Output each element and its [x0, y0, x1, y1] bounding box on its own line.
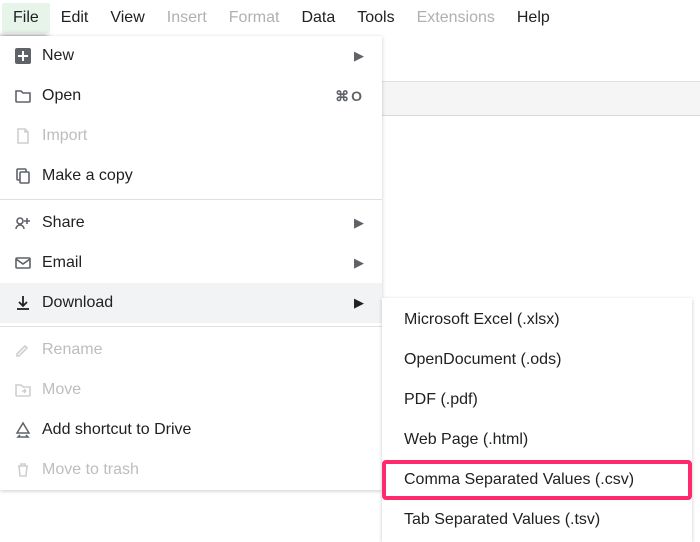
menu-item-rename: Rename	[0, 330, 382, 370]
submenu-item-label: Comma Separated Values (.csv)	[404, 471, 634, 489]
menu-help[interactable]: Help	[506, 3, 561, 33]
menu-item-open[interactable]: Open ⌘O	[0, 76, 382, 116]
menu-item-label: Move to trash	[42, 461, 364, 479]
menu-item-email[interactable]: Email ▶	[0, 243, 382, 283]
menu-item-label: Email	[42, 254, 354, 272]
menu-extensions: Extensions	[406, 3, 506, 33]
submenu-item-pdf[interactable]: PDF (.pdf)	[382, 380, 692, 420]
submenu-item-csv[interactable]: Comma Separated Values (.csv)	[382, 460, 692, 500]
submenu-item-xlsx[interactable]: Microsoft Excel (.xlsx)	[382, 300, 692, 340]
menu-divider	[0, 326, 382, 327]
submenu-arrow-icon: ▶	[354, 215, 364, 231]
menu-view[interactable]: View	[99, 3, 155, 33]
submenu-item-label: Microsoft Excel (.xlsx)	[404, 311, 560, 329]
menu-tools[interactable]: Tools	[346, 3, 405, 33]
menu-item-move-trash: Move to trash	[0, 450, 382, 490]
move-folder-icon	[14, 381, 42, 399]
email-icon	[14, 254, 42, 272]
submenu-arrow-icon: ▶	[354, 295, 364, 311]
menu-item-label: Import	[42, 127, 364, 145]
menu-item-move: Move	[0, 370, 382, 410]
menu-item-label: Share	[42, 214, 354, 232]
menu-item-make-copy[interactable]: Make a copy	[0, 156, 382, 196]
menu-item-label: New	[42, 47, 354, 65]
menu-format: Format	[218, 3, 291, 33]
menu-item-add-shortcut[interactable]: Add shortcut to Drive	[0, 410, 382, 450]
menu-item-share[interactable]: Share ▶	[0, 203, 382, 243]
submenu-item-tsv[interactable]: Tab Separated Values (.tsv)	[382, 500, 692, 540]
folder-icon	[14, 87, 42, 105]
trash-icon	[14, 461, 42, 479]
menubar: File Edit View Insert Format Data Tools …	[0, 0, 700, 36]
submenu-item-html[interactable]: Web Page (.html)	[382, 420, 692, 460]
formula-bar-area	[382, 36, 700, 82]
menu-file[interactable]: File	[2, 3, 50, 33]
document-icon	[14, 127, 42, 145]
submenu-item-label: PDF (.pdf)	[404, 391, 478, 409]
menu-item-download[interactable]: Download ▶	[0, 283, 382, 323]
menu-insert: Insert	[156, 3, 218, 33]
menu-edit[interactable]: Edit	[50, 3, 100, 33]
drive-shortcut-icon	[14, 421, 42, 439]
menu-item-label: Add shortcut to Drive	[42, 421, 364, 439]
menu-item-label: Open	[42, 87, 335, 105]
file-menu-dropdown: New ▶ Open ⌘O Import Make a copy Share ▶…	[0, 36, 382, 490]
rename-icon	[14, 341, 42, 359]
menu-item-import: Import	[0, 116, 382, 156]
download-submenu: Microsoft Excel (.xlsx) OpenDocument (.o…	[382, 298, 692, 542]
menu-item-new[interactable]: New ▶	[0, 36, 382, 76]
download-icon	[14, 294, 42, 312]
menu-item-label: Make a copy	[42, 167, 364, 185]
menu-divider	[0, 199, 382, 200]
column-headers	[382, 82, 700, 116]
submenu-arrow-icon: ▶	[354, 48, 364, 64]
share-icon	[14, 214, 42, 232]
submenu-item-label: OpenDocument (.ods)	[404, 351, 561, 369]
menu-item-label: Rename	[42, 341, 364, 359]
submenu-item-label: Tab Separated Values (.tsv)	[404, 511, 600, 529]
menu-item-label: Move	[42, 381, 364, 399]
submenu-item-label: Web Page (.html)	[404, 431, 528, 449]
menu-item-label: Download	[42, 294, 354, 312]
keyboard-shortcut: ⌘O	[335, 88, 364, 105]
copy-icon	[14, 167, 42, 185]
submenu-arrow-icon: ▶	[354, 255, 364, 271]
menu-data[interactable]: Data	[290, 3, 346, 33]
new-icon	[14, 47, 42, 65]
submenu-item-ods[interactable]: OpenDocument (.ods)	[382, 340, 692, 380]
